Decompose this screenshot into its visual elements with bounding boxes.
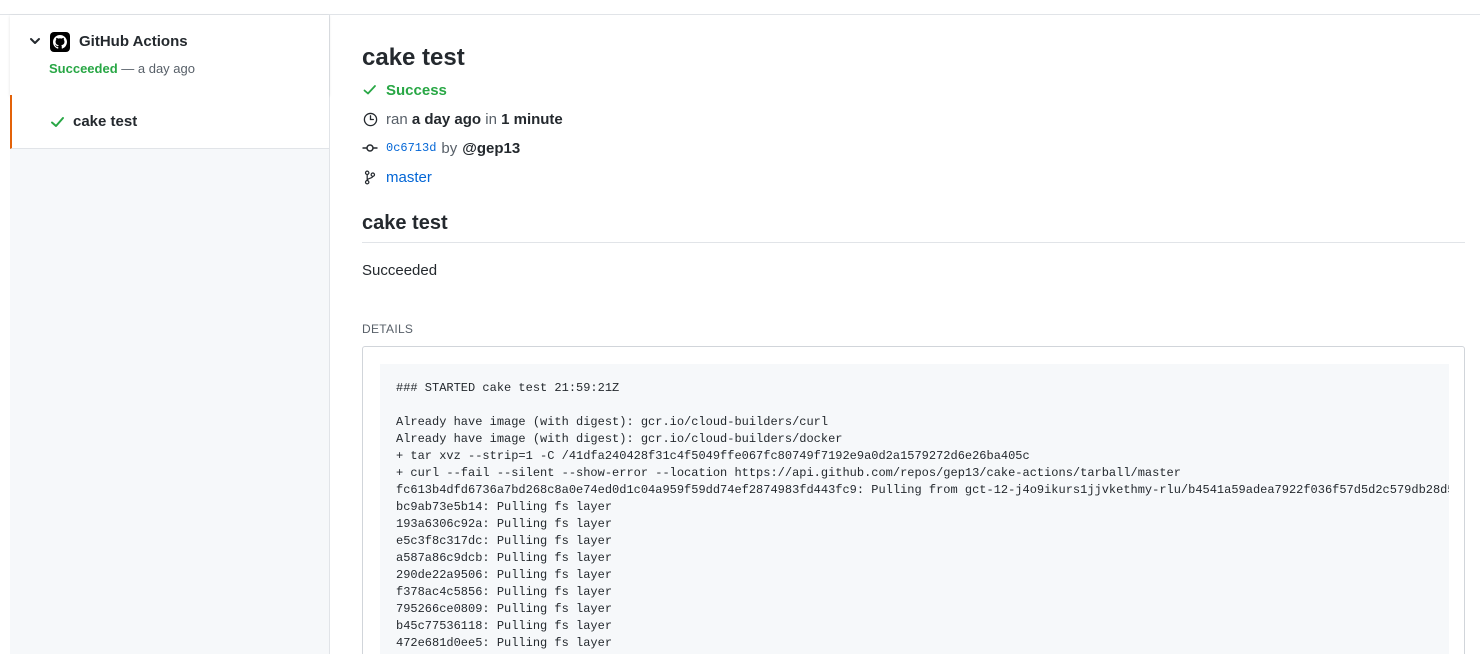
chevron-down-icon[interactable] — [29, 35, 41, 47]
check-run-item-cake-test[interactable]: cake test — [10, 95, 329, 149]
log-line: + tar xvz --strip=1 -C /41dfa240428f31c4… — [396, 449, 1030, 463]
check-suite-status: Succeeded — a day ago — [49, 61, 195, 76]
log-output[interactable]: ### STARTED cake test 21:59:21Z Already h… — [380, 364, 1449, 654]
log-line: e5c3f8c317dc: Pulling fs layer — [396, 534, 613, 548]
log-line: b45c77536118: Pulling fs layer — [396, 619, 613, 633]
branch-link[interactable]: master — [386, 169, 432, 186]
log-line: fc613b4dfd6736a7bd268c8a0e74ed0d1c04a959… — [396, 483, 1449, 497]
git-commit-icon — [362, 140, 378, 156]
section-divider — [362, 242, 1465, 243]
suite-status-word: Succeeded — [49, 61, 118, 76]
check-run-label: cake test — [73, 113, 138, 130]
clock-icon — [362, 111, 378, 127]
page-title: cake test — [362, 44, 465, 71]
log-line: ### STARTED cake test 21:59:21Z — [396, 381, 620, 395]
ran-duration: 1 minute — [501, 110, 563, 128]
check-icon — [51, 117, 64, 127]
log-line: bc9ab73e5b14: Pulling fs layer — [396, 500, 613, 514]
check-icon — [362, 82, 378, 98]
commit-author[interactable]: @gep13 — [462, 140, 520, 157]
log-line: Already have image (with digest): gcr.io… — [396, 432, 843, 446]
run-status-row: Success — [362, 80, 447, 100]
run-branch-row: master — [362, 167, 432, 187]
log-line: 193a6306c92a: Pulling fs layer — [396, 517, 613, 531]
log-line: 472e681d0ee5: Pulling fs layer — [396, 636, 613, 650]
git-branch-icon — [362, 169, 378, 185]
run-commit-row: 0c6713d by @gep13 — [362, 138, 520, 158]
checks-sidebar: GitHub Actions Succeeded — a day ago cak… — [10, 15, 330, 654]
run-status: Success — [386, 81, 447, 99]
details-panel: ### STARTED cake test 21:59:21Z Already h… — [362, 346, 1465, 654]
ran-when: a day ago — [411, 110, 482, 128]
ran-prefix: ran — [386, 110, 408, 128]
output-title: cake test — [362, 212, 448, 234]
commit-by: by — [441, 139, 458, 157]
log-line: 290de22a9506: Pulling fs layer — [396, 568, 613, 582]
commit-sha-link[interactable]: 0c6713d — [386, 141, 436, 155]
ran-in: in — [485, 110, 497, 128]
log-line: f378ac4c5856: Pulling fs layer — [396, 585, 613, 599]
output-summary: Succeeded — [362, 262, 438, 279]
github-logo-icon — [50, 32, 70, 52]
suite-status-time: — a day ago — [117, 61, 195, 76]
log-line: + curl --fail --silent --show-error --lo… — [396, 466, 1181, 480]
log-line: Already have image (with digest): gcr.io… — [396, 415, 829, 429]
app-name: GitHub Actions — [79, 33, 188, 50]
run-timing-row: ran a day ago in 1 minute — [362, 109, 563, 129]
log-line: a587a86c9dcb: Pulling fs layer — [396, 551, 613, 565]
details-heading: DETAILS — [362, 322, 414, 336]
check-suite-header[interactable]: GitHub Actions Succeeded — a day ago — [10, 15, 329, 95]
log-line: 795266ce0809: Pulling fs layer — [396, 602, 613, 616]
